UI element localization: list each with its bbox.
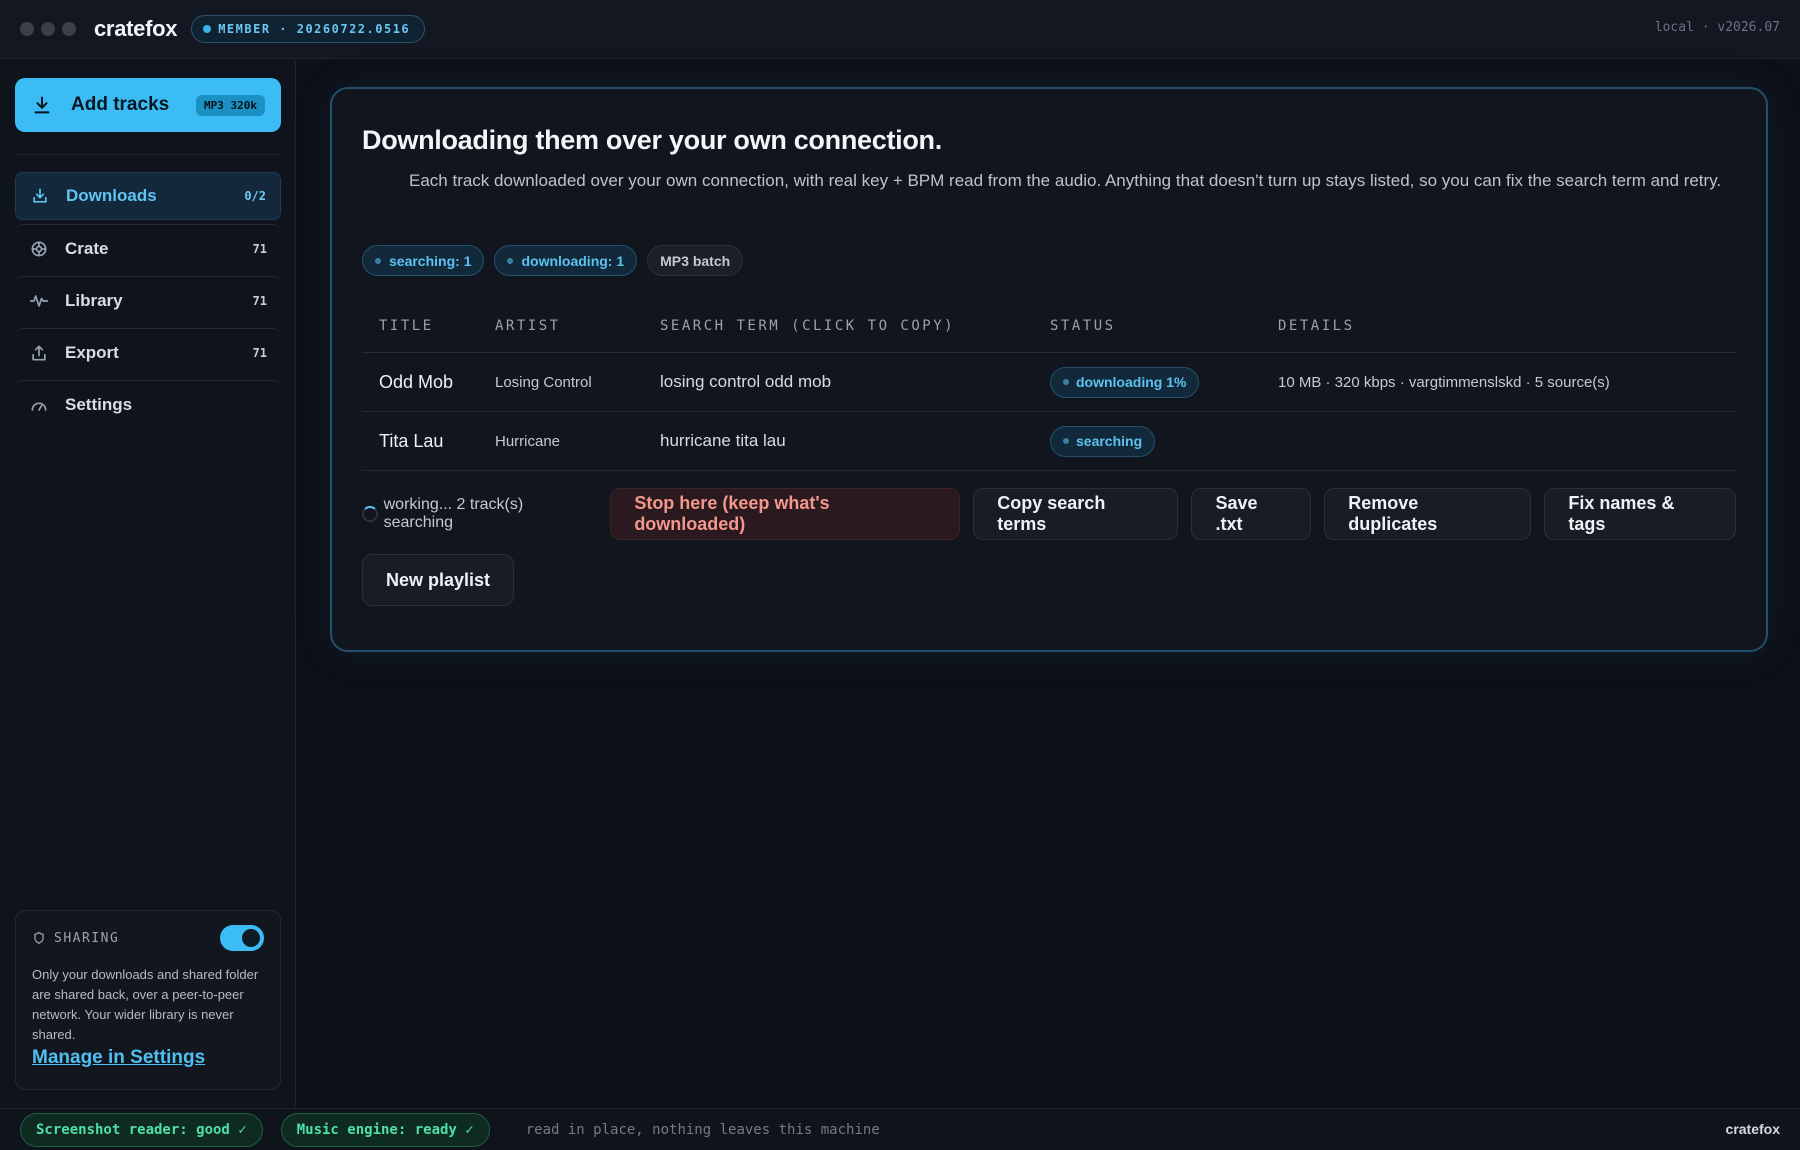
fix-names-tags-button[interactable]: Fix names & tags [1544, 488, 1737, 540]
action-bar: working... 2 track(s) searching Stop her… [362, 488, 1737, 540]
chip-label: searching: 1 [389, 252, 472, 269]
sidebar: Add tracks MP3 320k Downloads 0/2 Crate … [0, 60, 296, 1107]
working-text: working... 2 track(s) searching [383, 496, 524, 531]
track-title: Tita Lau [379, 430, 444, 451]
sidebar-item-crate[interactable]: Crate 71 [15, 224, 281, 272]
column-status: STATUS [1050, 317, 1116, 334]
sidebar-item-label: Library [65, 290, 123, 310]
track-details: 10 MB · 320 kbps · vargtimmenslskd · 5 s… [1278, 373, 1610, 391]
save-txt-button[interactable]: Save .txt [1191, 488, 1312, 540]
sharing-heading: SHARING [54, 930, 120, 946]
batch-chip: MP3 batch [647, 245, 744, 276]
reader-status-badge: Screenshot reader: good ✓ [20, 1112, 263, 1147]
page-description: Each track downloaded over your own conn… [409, 171, 1722, 190]
maximize-window-button[interactable] [62, 22, 76, 36]
copy-search-terms-button[interactable]: Copy search terms [973, 488, 1179, 540]
waveform-icon [29, 294, 49, 307]
sidebar-item-library[interactable]: Library 71 [15, 276, 281, 324]
sidebar-item-downloads[interactable]: Downloads 0/2 [15, 172, 281, 220]
minimize-window-button[interactable] [41, 22, 55, 36]
sharing-description: Only your downloads and shared folder ar… [32, 967, 259, 1042]
status-dot-icon [1063, 438, 1069, 444]
column-search-term: SEARCH TERM (CLICK TO COPY) [660, 317, 956, 334]
track-status: searching [1050, 425, 1278, 457]
app-brand: cratefox [94, 16, 178, 41]
download-icon [33, 188, 47, 203]
searching-chip: searching: 1 [362, 245, 485, 276]
track-status: downloading 1% [1050, 366, 1278, 398]
divider [15, 154, 281, 155]
crate-icon [31, 241, 47, 256]
sidebar-item-count: 71 [252, 345, 267, 360]
sidebar-item-count: 71 [252, 241, 267, 256]
download-icon [34, 96, 50, 114]
sidebar-item-label: Crate [65, 238, 109, 258]
table-header: TITLE ARTIST SEARCH TERM (CLICK TO COPY)… [362, 299, 1736, 353]
footer-brand: cratefox [1725, 1121, 1780, 1137]
page-title: Downloading them over your own connectio… [362, 125, 942, 155]
status-chips: searching: 1 downloading: 1 MP3 batch [362, 245, 744, 276]
new-playlist-button[interactable]: New playlist [362, 554, 515, 606]
track-artist: Losing Control [495, 373, 592, 391]
status-badge: searching [1050, 425, 1156, 457]
privacy-note: read in place, nothing leaves this machi… [525, 1121, 880, 1138]
status-dot-icon [203, 25, 212, 33]
track-artist: Hurricane [495, 432, 561, 450]
close-window-button[interactable] [20, 22, 34, 36]
search-term-copy[interactable]: losing control odd mob [660, 372, 1050, 392]
downloads-panel: Downloading them over your own connectio… [330, 87, 1768, 652]
manage-settings-link[interactable]: Manage in Settings [32, 1047, 205, 1069]
table-row: Tita Lau Hurricane hurricane tita lau se… [362, 412, 1736, 471]
sidebar-item-label: Settings [65, 394, 133, 414]
chip-label: MP3 batch [660, 252, 731, 269]
column-title: TITLE [379, 317, 434, 334]
sharing-toggle[interactable] [220, 925, 264, 951]
working-indicator: working... 2 track(s) searching [362, 496, 590, 532]
downloading-chip: downloading: 1 [494, 245, 638, 276]
chip-dot-icon [375, 257, 381, 264]
status-dot-icon [1063, 379, 1069, 385]
chip-dot-icon [507, 257, 514, 264]
table-row: Odd Mob Losing Control losing control od… [362, 353, 1736, 412]
status-label: downloading 1% [1076, 374, 1187, 390]
status-badge: downloading 1% [1050, 366, 1200, 398]
sidebar-item-settings[interactable]: Settings [15, 380, 281, 428]
track-title: Odd Mob [379, 371, 454, 392]
sidebar-item-label: Downloads [66, 186, 157, 205]
title-bar: cratefox MEMBER · 20260722.0516 local · … [0, 0, 1800, 59]
sharing-panel: SHARING Only your downloads and shared f… [15, 910, 281, 1090]
engine-status-badge: Music engine: ready ✓ [280, 1112, 490, 1147]
version-label: local · v2026.07 [1654, 20, 1780, 35]
member-badge-label: MEMBER · 20260722.0516 [218, 22, 411, 36]
tracks-table: TITLE ARTIST SEARCH TERM (CLICK TO COPY)… [362, 299, 1736, 471]
shield-icon [34, 932, 44, 944]
upload-icon [32, 345, 46, 360]
column-artist: ARTIST [495, 317, 561, 334]
stop-button[interactable]: Stop here (keep what's downloaded) [610, 488, 961, 540]
sidebar-item-count: 0/2 [244, 189, 266, 203]
remove-duplicates-button[interactable]: Remove duplicates [1324, 488, 1532, 540]
sharing-header: SHARING [32, 925, 264, 951]
sidebar-item-label: Export [65, 342, 119, 362]
column-details: DETAILS [1278, 317, 1355, 334]
search-term-copy[interactable]: hurricane tita lau [660, 431, 1050, 451]
status-label: searching [1076, 433, 1143, 449]
member-badge: MEMBER · 20260722.0516 [191, 15, 426, 43]
add-tracks-button[interactable]: Add tracks MP3 320k [15, 78, 281, 132]
gauge-icon [31, 402, 47, 411]
sidebar-item-count: 71 [252, 293, 267, 308]
spinner-icon [362, 506, 378, 522]
chip-label: downloading: 1 [521, 252, 625, 269]
status-bar: Screenshot reader: good ✓ Music engine: … [0, 1108, 1800, 1150]
window-controls [20, 22, 76, 36]
add-tracks-label: Add tracks [71, 94, 170, 115]
sidebar-item-export[interactable]: Export 71 [15, 328, 281, 376]
format-tag: MP3 320k [196, 94, 265, 116]
